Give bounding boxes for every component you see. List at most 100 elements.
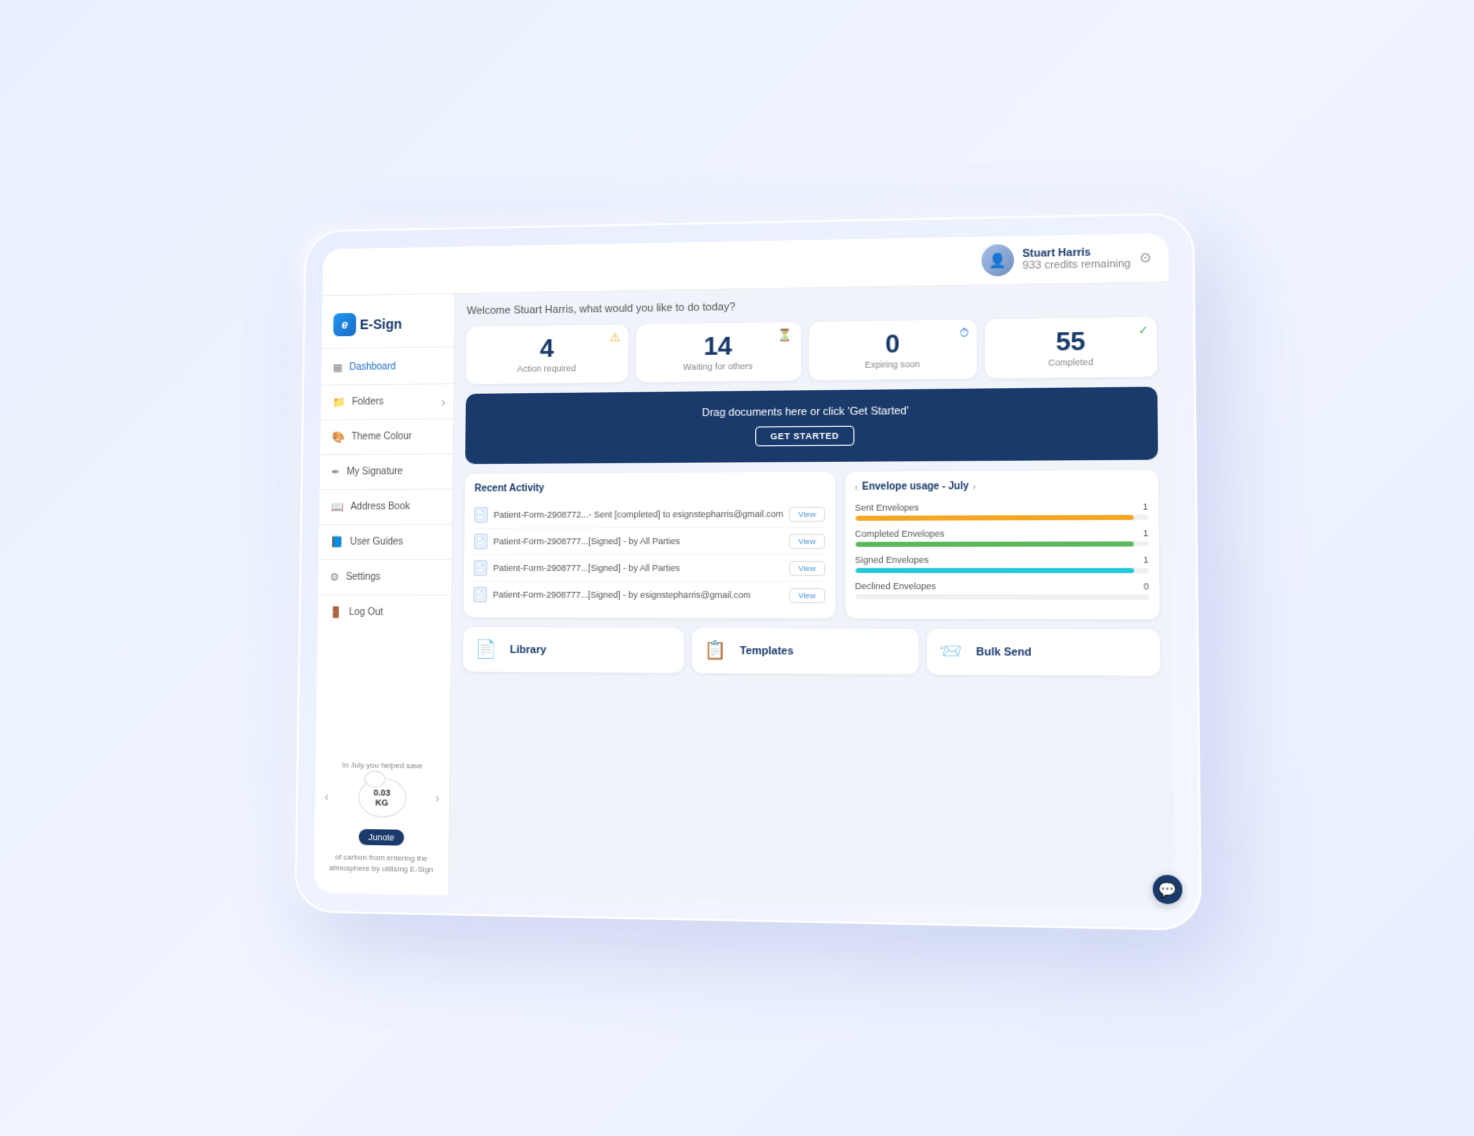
logo-area: e E-Sign: [322, 304, 455, 349]
env-count-declined: 0: [1144, 581, 1149, 591]
sidebar-item-theme[interactable]: 🎨 Theme Colour: [320, 423, 453, 450]
env-count-completed: 1: [1143, 528, 1148, 538]
sidebar-item-logout[interactable]: 🚪 Log Out: [318, 599, 452, 626]
action-required-number: 4: [476, 334, 618, 361]
settings-sidebar-icon: ⚙: [330, 571, 340, 584]
envelope-chevron-right[interactable]: ›: [973, 482, 976, 492]
sidebar-label-settings: Settings: [346, 572, 381, 583]
dashboard-icon: ▦: [333, 361, 343, 374]
carbon-prev-arrow[interactable]: ‹: [325, 790, 329, 804]
carbon-cloud: 0.03KG: [358, 778, 407, 818]
sidebar: e E-Sign ▦ Dashboard 📁 Folders 🎨 Theme C…: [314, 294, 456, 895]
recent-activity-title: Recent Activity: [474, 482, 824, 495]
qa-templates[interactable]: 📋 Templates: [692, 628, 919, 674]
activity-item-2: 📄 Patient-Form-2908777...[Signed] - by A…: [474, 555, 825, 582]
sidebar-label-logout: Log Out: [349, 607, 383, 618]
stat-expiring: ⏱ 0 Expiring soon: [809, 319, 977, 380]
sidebar-divider-2: [321, 418, 453, 420]
sidebar-divider-7: [318, 594, 451, 595]
envelope-header: ‹ Envelope usage - July ›: [855, 480, 1148, 492]
sidebar-divider-1: [321, 383, 453, 385]
activity-item-1: 📄 Patient-Form-2908777...[Signed] - by A…: [474, 528, 825, 555]
main-content: Welcome Stuart Harris, what would you li…: [449, 282, 1175, 909]
user-text: Stuart Harris 933 credits remaining: [1022, 246, 1130, 272]
drag-drop-area[interactable]: Drag documents here or click 'Get Starte…: [465, 387, 1158, 464]
env-row-declined: Declined Envelopes 0: [855, 581, 1149, 600]
stat-action-required: ⚠ 4 Action required: [466, 324, 628, 384]
user-guides-icon: 📘: [330, 536, 343, 549]
doc-icon-0: 📄: [474, 507, 488, 523]
carbon-button[interactable]: Junote: [359, 829, 405, 846]
env-bar-bg-sent: [855, 515, 1148, 521]
action-required-badge: ⚠: [610, 330, 621, 344]
completed-label: Completed: [995, 356, 1146, 368]
logout-icon: 🚪: [329, 606, 342, 619]
env-label-declined: Declined Envelopes: [855, 581, 936, 591]
env-count-signed: 1: [1143, 555, 1148, 565]
quick-access-row: 📄 Library 📋 Templates 📨 Bulk Send: [463, 627, 1160, 676]
chat-button[interactable]: 💬: [1153, 875, 1183, 905]
get-started-button[interactable]: GET STARTED: [756, 426, 855, 447]
env-bar-signed: [855, 568, 1134, 573]
recent-activity-panel: Recent Activity 📄 Patient-Form-2908772..…: [464, 472, 835, 619]
sidebar-label-dashboard: Dashboard: [349, 362, 396, 373]
env-count-sent: 1: [1143, 502, 1148, 512]
expiring-label: Expiring soon: [819, 359, 967, 371]
view-button-2[interactable]: View: [789, 560, 824, 575]
carbon-label: In July you helped save: [325, 760, 440, 770]
completed-badge: ✓: [1138, 323, 1149, 337]
sidebar-item-user-guides[interactable]: 📘 User Guides: [319, 529, 452, 556]
theme-icon: 🎨: [332, 431, 345, 444]
activity-item-3: 📄 Patient-Form-2908777...[Signed] - by e…: [473, 582, 824, 608]
sidebar-label-folders: Folders: [352, 397, 384, 408]
sidebar-item-address-book[interactable]: 📖 Address Book: [319, 493, 452, 520]
signature-icon: ✒: [331, 466, 340, 479]
qa-bulk-send[interactable]: 📨 Bulk Send: [927, 629, 1160, 676]
carbon-next-arrow[interactable]: ›: [435, 792, 439, 806]
logo-icon: e: [333, 313, 356, 336]
waiting-badge: ⏳: [778, 328, 793, 342]
settings-icon[interactable]: ⚙: [1139, 249, 1152, 266]
address-book-icon: 📖: [331, 501, 344, 514]
envelope-chevron-left[interactable]: ‹: [855, 482, 858, 492]
bulk-send-icon: 📨: [939, 641, 968, 662]
env-bar-sent: [855, 515, 1133, 521]
templates-icon: 📋: [704, 640, 732, 661]
sidebar-item-dashboard[interactable]: ▦ Dashboard: [321, 353, 454, 381]
activity-item-0: 📄 Patient-Form-2908772...- Sent [complet…: [474, 501, 825, 529]
logo-text: E-Sign: [360, 316, 402, 332]
expiring-badge: ⏱: [959, 326, 969, 341]
sidebar-item-settings[interactable]: ⚙ Settings: [318, 564, 451, 591]
env-row-signed: Signed Envelopes 1: [855, 555, 1149, 573]
env-row-sent: Sent Envelopes 1: [855, 502, 1148, 521]
lower-section: Recent Activity 📄 Patient-Form-2908772..…: [464, 470, 1160, 619]
stat-waiting: ⏳ 14 Waiting for others: [636, 322, 801, 382]
activity-text-3: Patient-Form-2908777...[Signed] - by esi…: [493, 590, 783, 600]
action-required-label: Action required: [476, 363, 618, 374]
user-info-section: 👤 Stuart Harris 933 credits remaining ⚙: [982, 241, 1152, 276]
doc-icon-2: 📄: [474, 560, 488, 576]
expiring-number: 0: [819, 330, 967, 358]
templates-label: Templates: [740, 645, 794, 657]
env-bar-bg-completed: [855, 541, 1148, 546]
library-label: Library: [510, 644, 546, 656]
qa-library[interactable]: 📄 Library: [463, 627, 684, 673]
env-label-completed: Completed Envelopes: [855, 529, 944, 539]
logo: e E-Sign: [333, 312, 443, 337]
activity-text-2: Patient-Form-2908777...[Signed] - by All…: [493, 563, 783, 573]
completed-number: 55: [995, 327, 1146, 355]
view-button-3[interactable]: View: [789, 588, 824, 603]
doc-icon-1: 📄: [474, 534, 488, 550]
sidebar-item-signature[interactable]: ✒ My Signature: [320, 458, 453, 485]
sidebar-item-folders[interactable]: 📁 Folders: [321, 388, 454, 415]
view-button-0[interactable]: View: [789, 506, 824, 521]
doc-icon-3: 📄: [473, 587, 487, 603]
env-row-completed: Completed Envelopes 1: [855, 528, 1148, 547]
sidebar-divider-6: [319, 559, 452, 560]
drag-text: Drag documents here or click 'Get Starte…: [481, 403, 1141, 421]
waiting-label: Waiting for others: [645, 361, 790, 373]
library-icon: 📄: [475, 639, 502, 660]
waiting-number: 14: [646, 332, 791, 360]
view-button-1[interactable]: View: [789, 533, 824, 548]
env-bar-completed: [855, 541, 1134, 546]
